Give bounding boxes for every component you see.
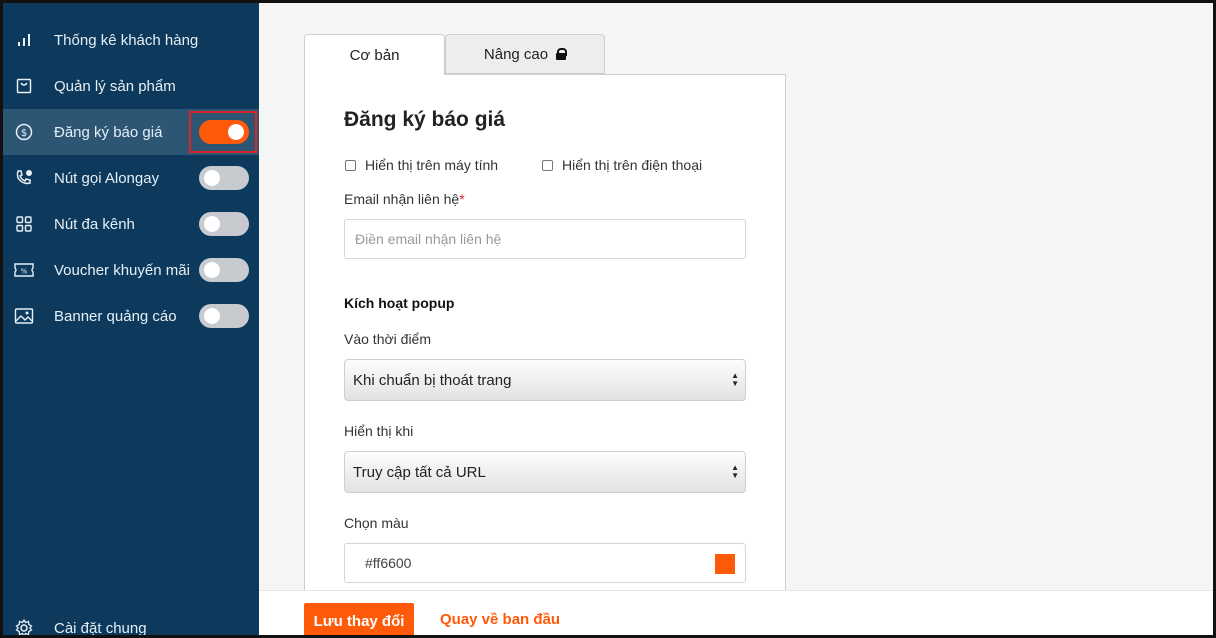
- tab-basic[interactable]: Cơ bản: [304, 34, 445, 75]
- timing-select[interactable]: Khi chuẩn bị thoát trang ▲ ▼: [344, 359, 746, 401]
- checkbox-label: Hiển thị trên máy tính: [365, 157, 499, 173]
- grid-icon: [13, 213, 35, 235]
- sidebar-item-label: Đăng ký báo giá: [54, 123, 163, 141]
- sidebar-item-call-button[interactable]: Nút gọi Alongay: [3, 155, 259, 201]
- gear-icon: [13, 617, 35, 635]
- ticket-icon: %: [13, 259, 35, 281]
- sidebar-item-label: Nút đa kênh: [54, 215, 135, 233]
- svg-text:$: $: [21, 128, 27, 139]
- sidebar-item-banner[interactable]: Banner quảng cáo: [3, 293, 259, 339]
- tab-label: Nâng cao: [483, 45, 549, 63]
- sidebar-item-settings[interactable]: Cài đặt chung: [3, 605, 259, 637]
- call-button-toggle[interactable]: [199, 166, 249, 190]
- checkbox-desktop[interactable]: Hiển thị trên máy tính: [345, 157, 498, 173]
- dollar-circle-icon: $: [13, 121, 35, 143]
- timing-label: Vào thời điểm: [344, 331, 432, 347]
- checkbox-box[interactable]: [542, 159, 553, 171]
- color-swatch[interactable]: [715, 554, 735, 574]
- email-placeholder: Điền email nhận liên hệ: [355, 231, 502, 247]
- voucher-toggle[interactable]: [199, 258, 249, 282]
- shopping-bag-icon: [13, 75, 35, 97]
- color-value: #ff6600: [365, 555, 412, 571]
- sidebar-item-products[interactable]: Quản lý sản phẩm: [3, 63, 259, 109]
- banner-toggle[interactable]: [199, 304, 249, 328]
- phone-call-icon: [13, 167, 35, 189]
- timing-select-value: Khi chuẩn bị thoát trang: [353, 371, 512, 389]
- form-title: Đăng ký báo giá: [344, 108, 506, 131]
- sidebar-item-label: Cài đặt chung: [54, 619, 147, 637]
- app-window: Thống kê khách hàng Quản lý sản phẩm $ Đ…: [0, 0, 1216, 638]
- toggle-knob: [204, 216, 220, 232]
- sidebar-item-label: Voucher khuyến mãi: [54, 261, 190, 279]
- required-mark: *: [459, 191, 465, 207]
- lock-icon: [556, 48, 568, 60]
- display-label: Hiển thị khi: [344, 423, 414, 439]
- tab-label: Cơ bản: [349, 46, 400, 64]
- toggle-knob: [204, 170, 220, 186]
- email-label-text: Email nhận liên hệ: [344, 191, 460, 207]
- svg-text:%: %: [21, 268, 28, 276]
- sidebar-item-label: Thống kê khách hàng: [54, 31, 199, 49]
- display-select-value: Truy cập tất cả URL: [353, 463, 486, 481]
- color-label: Chọn màu: [344, 515, 409, 531]
- display-select[interactable]: Truy cập tất cả URL ▲ ▼: [344, 451, 746, 493]
- form-panel: Đăng ký báo giá Hiển thị trên máy tính H…: [304, 74, 786, 604]
- footer-bar: Lưu thay đổi Quay về ban đầu: [259, 590, 1213, 635]
- select-arrows-icon: ▲ ▼: [731, 463, 739, 480]
- select-arrows-icon: ▲ ▼: [731, 371, 739, 388]
- popup-section-title: Kích hoạt popup: [344, 295, 455, 311]
- checkbox-box[interactable]: [345, 159, 356, 171]
- image-icon: [13, 305, 35, 327]
- bar-chart-icon: [13, 29, 35, 51]
- email-label: Email nhận liên hệ*: [344, 191, 465, 207]
- sidebar: Thống kê khách hàng Quản lý sản phẩm $ Đ…: [3, 3, 259, 637]
- save-button[interactable]: Lưu thay đổi: [304, 603, 414, 635]
- tab-advanced[interactable]: Nâng cao: [445, 34, 605, 74]
- color-field[interactable]: #ff6600: [344, 543, 746, 583]
- sidebar-item-label: Nút gọi Alongay: [54, 169, 160, 187]
- multichannel-toggle[interactable]: [199, 212, 249, 236]
- email-field[interactable]: Điền email nhận liên hệ: [344, 219, 746, 259]
- main-content: Cơ bản Nâng cao Đăng ký báo giá Hiển thị…: [259, 3, 1213, 635]
- reset-button[interactable]: Quay về ban đầu: [440, 611, 560, 628]
- sidebar-item-label: Quản lý sản phẩm: [54, 77, 176, 95]
- sidebar-item-multichannel[interactable]: Nút đa kênh: [3, 201, 259, 247]
- highlight-box: [189, 111, 257, 153]
- sidebar-item-label: Banner quảng cáo: [54, 307, 177, 325]
- sidebar-item-quote-register[interactable]: $ Đăng ký báo giá: [3, 109, 259, 155]
- checkbox-mobile[interactable]: Hiển thị trên điện thoại: [542, 157, 702, 173]
- toggle-knob: [204, 308, 220, 324]
- checkbox-label: Hiển thị trên điện thoại: [562, 157, 703, 173]
- sidebar-item-customer-stats[interactable]: Thống kê khách hàng: [3, 17, 259, 63]
- toggle-knob: [204, 262, 220, 278]
- sidebar-item-voucher[interactable]: % Voucher khuyến mãi: [3, 247, 259, 293]
